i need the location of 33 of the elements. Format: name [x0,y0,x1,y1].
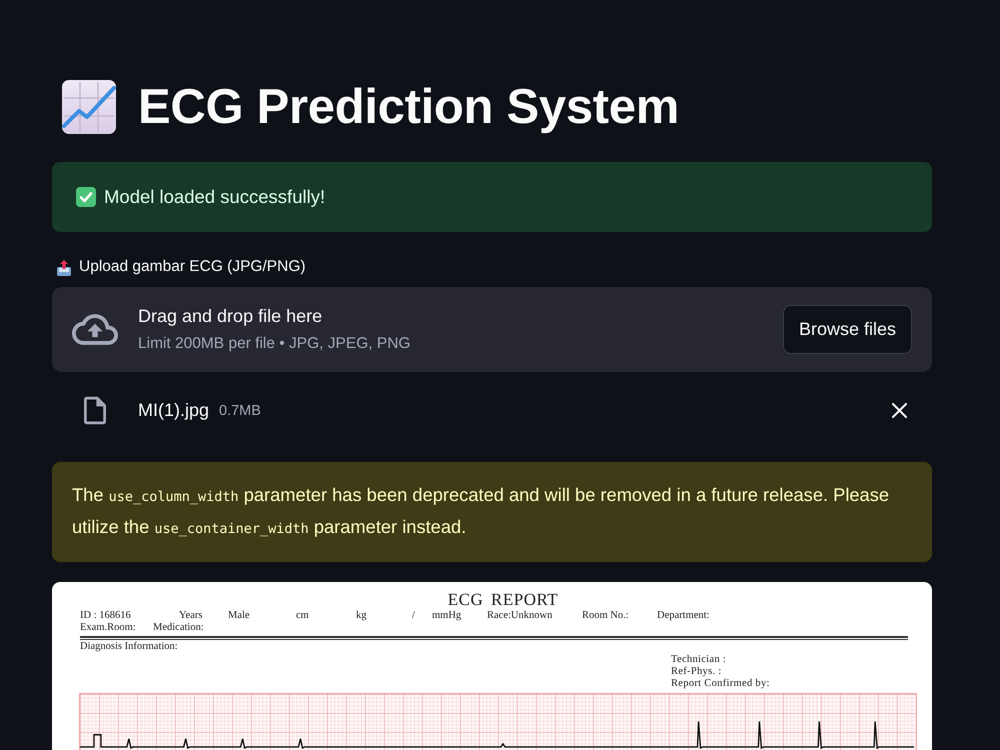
report-field: mmHg [432,610,462,622]
outbox-tray-icon [56,258,72,276]
file-limits: Limit 200MB per file • JPG, JPEG, PNG [138,335,410,353]
diagnosis-label: Diagnosis Information: [80,641,178,653]
check-mark-icon [76,187,96,207]
report-field: Room No.: [582,610,629,622]
file-icon [84,396,106,425]
report-field: ID : 168616 [80,610,131,622]
report-field: Medication: [153,622,204,634]
close-icon[interactable] [892,403,907,418]
report-field: Exam.Room: [80,622,136,634]
report-title: ECG REPORT [448,590,558,610]
report-field: Years [179,610,202,622]
file-name: MI(1).jpg [138,400,210,421]
uploader-label: Upload gambar ECG (JPG/PNG) [79,258,306,276]
warning-message: The use_column_width parameter has been deprecated and will be removed in a future release. Please utilize the use_container_width parameter instead. [72,483,890,539]
report-field: cm [296,610,309,622]
browse-files-button[interactable]: Browse files [782,305,912,354]
signature-field: Technician : [671,654,726,666]
cloud-upload-icon [72,314,118,345]
signature-field: Ref-Phys. : [671,666,722,678]
file-size: 0.7MB [219,402,261,418]
signature-field: Report Confirmed by: [671,678,770,690]
report-field: Race:Unknown [487,610,552,622]
success-message: Model loaded successfully! [104,186,326,208]
dropzone-instruction: Drag and drop file here [138,306,324,327]
file-dropzone[interactable]: Drag and drop file here Limit 200MB per file • JPG, JPEG, PNG Browse files [52,287,932,372]
report-field: / [412,610,415,622]
report-field: Department: [657,610,710,622]
report-field: Male [228,610,250,622]
page-title: ECG Prediction System [138,78,680,136]
chart-increasing-icon [62,80,116,134]
report-field: kg [356,610,366,622]
